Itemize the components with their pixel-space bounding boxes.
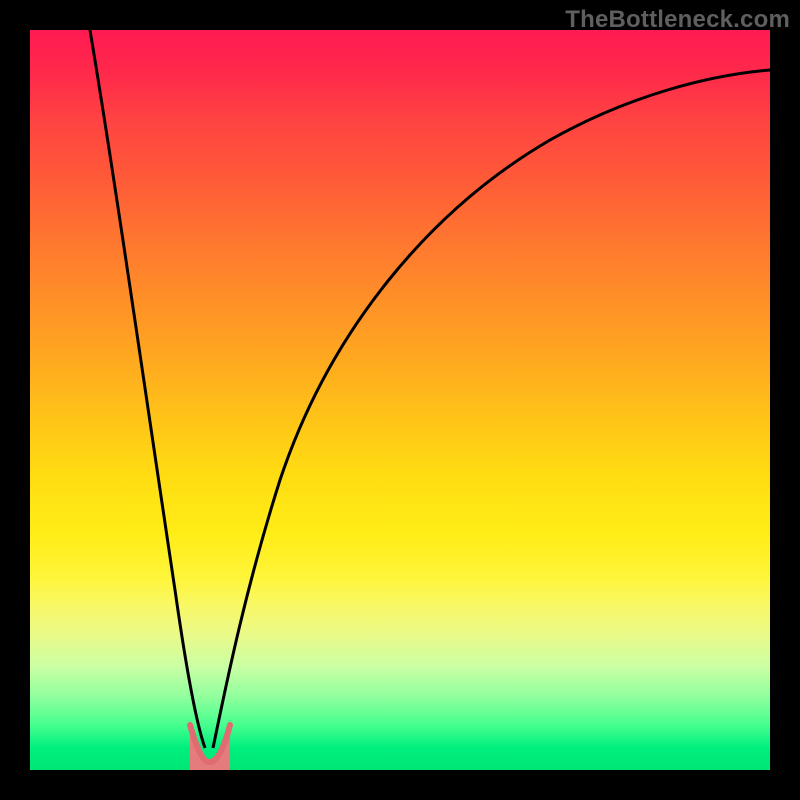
watermark-text: TheBottleneck.com	[565, 6, 790, 34]
plot-gradient-area	[30, 30, 770, 770]
curve-right-branch	[213, 70, 770, 748]
chart-frame: TheBottleneck.com	[0, 0, 800, 800]
chart-svg	[30, 30, 770, 770]
curve-left-branch	[90, 30, 205, 748]
